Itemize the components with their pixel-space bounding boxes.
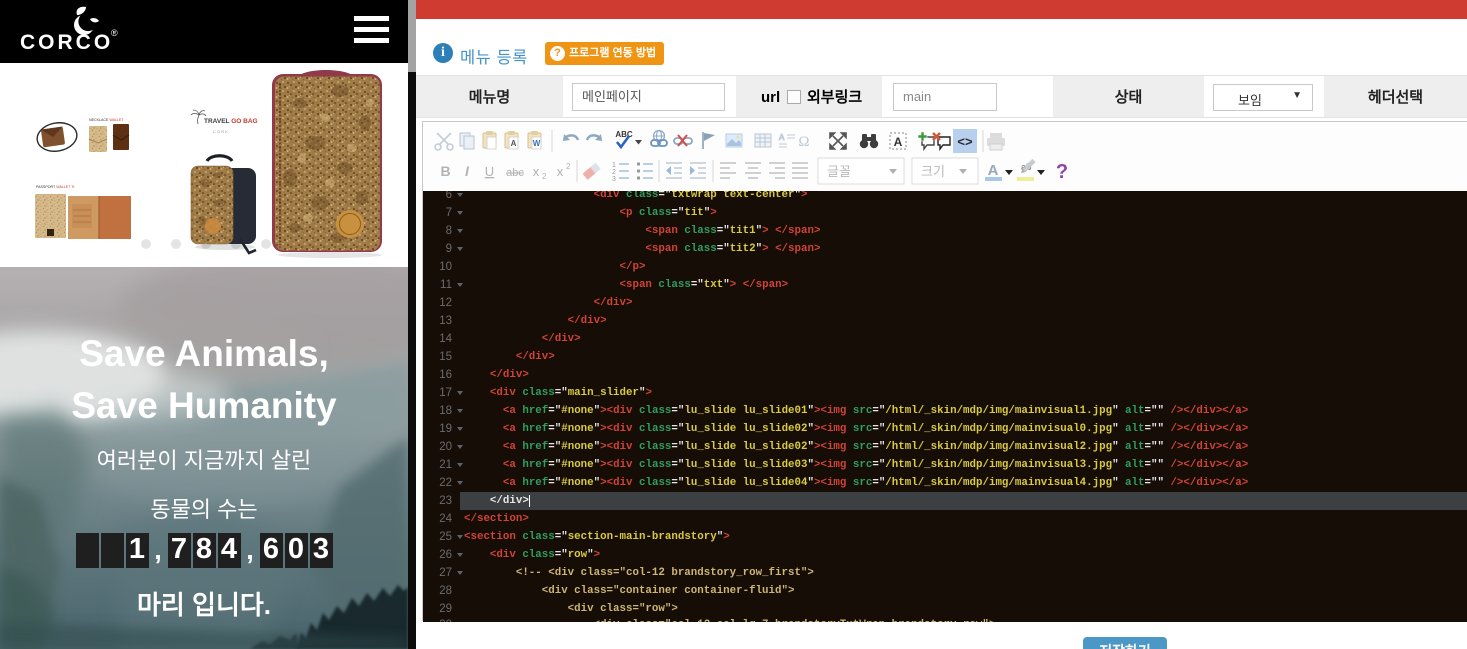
svg-text:PASSPORT WALLET 7t: PASSPORT WALLET 7t <box>36 185 74 189</box>
svg-text:2: 2 <box>566 162 571 171</box>
svg-text:W: W <box>533 139 541 148</box>
svg-text:NECKLACE WALLET: NECKLACE WALLET <box>89 118 124 122</box>
svg-text:C O R K: C O R K <box>213 129 228 134</box>
svg-text:<>: <> <box>957 134 973 149</box>
svg-text:ABC: ABC <box>615 130 633 139</box>
svg-text:Ω: Ω <box>798 134 809 150</box>
svg-text:크기: 크기 <box>921 164 945 179</box>
svg-text:2: 2 <box>542 172 547 181</box>
svg-text:B: B <box>440 163 450 179</box>
svg-text:글꼴: 글꼴 <box>827 164 851 179</box>
svg-text:I: I <box>465 163 470 179</box>
svg-text:?: ? <box>1056 161 1068 183</box>
svg-text:TRAVEL GO BAG: TRAVEL GO BAG <box>204 118 258 125</box>
svg-text:3: 3 <box>612 176 616 183</box>
svg-text:A: A <box>988 162 999 179</box>
svg-text:U: U <box>485 164 494 179</box>
svg-text:A: A <box>511 139 517 148</box>
svg-text:x: x <box>533 164 540 179</box>
svg-text:A: A <box>779 133 785 142</box>
svg-text:abc: abc <box>506 167 524 179</box>
svg-text:2: 2 <box>612 169 616 176</box>
svg-text:A: A <box>894 135 903 149</box>
svg-text:1: 1 <box>612 162 616 169</box>
svg-text:x: x <box>557 164 564 179</box>
